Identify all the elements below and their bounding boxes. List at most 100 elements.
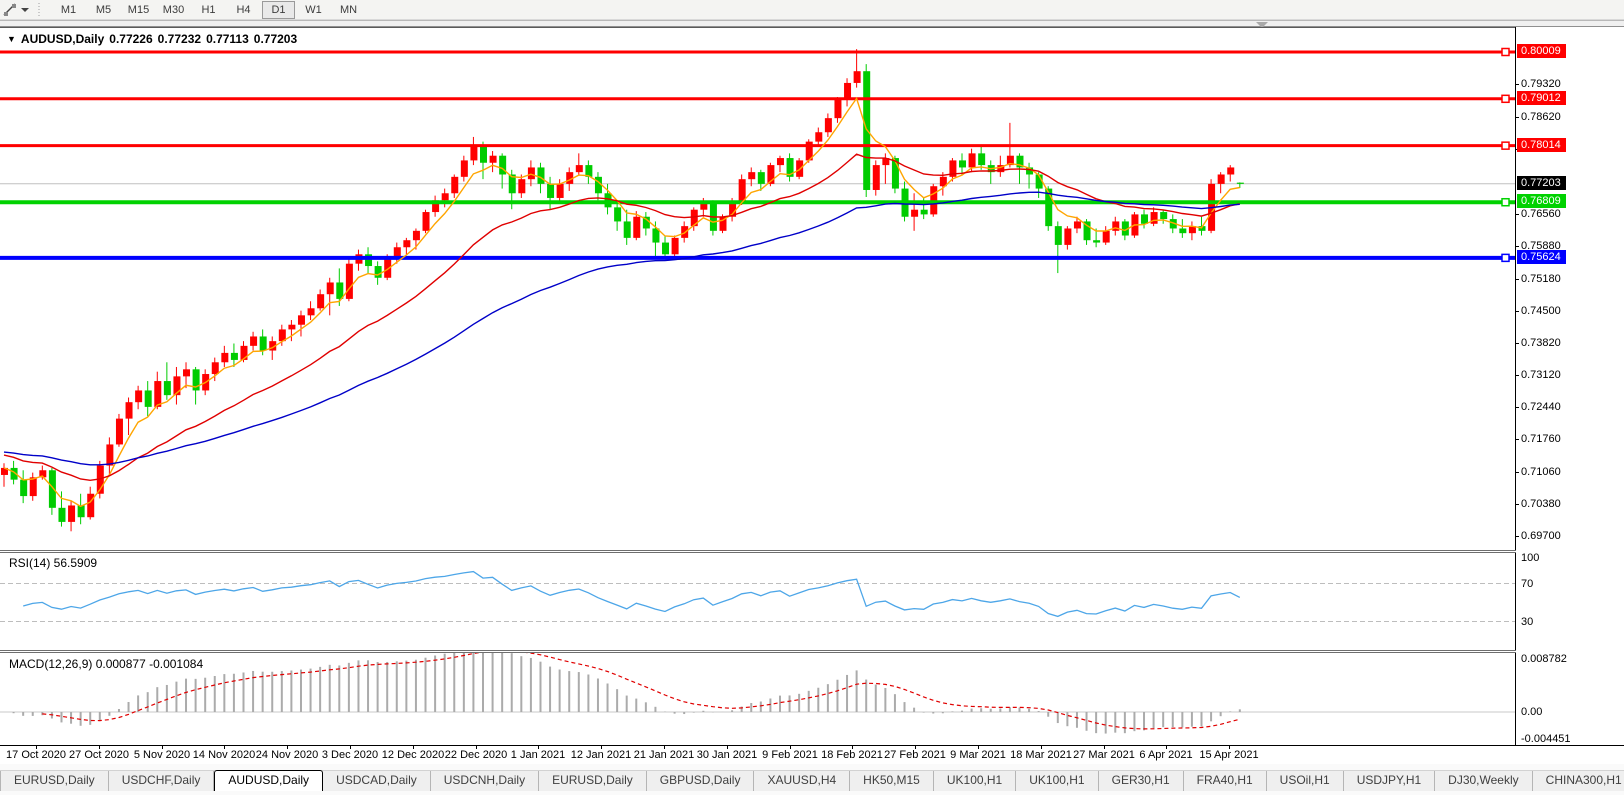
price-tick-label: 0.73120 — [1521, 369, 1561, 381]
timeframe-button-mn[interactable]: MN — [332, 1, 365, 19]
macd-axis-label: -0.004451 — [1521, 733, 1571, 745]
price-tick-label: 0.75180 — [1521, 273, 1561, 285]
price-tick-label: 0.71060 — [1521, 466, 1561, 478]
chart-tab-uk100[interactable]: UK100,H1 — [934, 771, 1016, 791]
quote-high: 0.77232 — [158, 32, 201, 46]
date-label: 27 Mar 2021 — [1073, 749, 1135, 761]
chart-title: ▼ AUDUSD,Daily 0.77226 0.77232 0.77113 0… — [7, 32, 297, 46]
rsi-axis-label: 100 — [1521, 552, 1539, 564]
price-line-badge[interactable]: 0.75624 — [1517, 250, 1566, 264]
date-label: 18 Mar 2021 — [1010, 749, 1072, 761]
chart-tab-dj30[interactable]: DJ30,Weekly — [1435, 771, 1532, 791]
price-tick — [1515, 311, 1519, 312]
macd-label: MACD(12,26,9) 0.000877 -0.001084 — [9, 657, 203, 671]
chart-tab-audusd[interactable]: AUDUSD,Daily — [214, 770, 323, 791]
chart-tab-xauusd[interactable]: XAUUSD,H4 — [754, 771, 850, 791]
price-line-badge[interactable]: 0.80009 — [1517, 44, 1566, 58]
date-label: 15 Apr 2021 — [1199, 749, 1258, 761]
date-label: 30 Jan 2021 — [697, 749, 758, 761]
date-label: 9 Feb 2021 — [762, 749, 818, 761]
date-label: 12 Dec 2020 — [382, 749, 444, 761]
price-tick — [1515, 504, 1519, 505]
price-tick — [1515, 214, 1519, 215]
price-tick — [1515, 279, 1519, 280]
time-axis: 17 Oct 202027 Oct 2020 5 Nov 202014 Nov 2… — [0, 746, 1624, 764]
price-tick-label: 0.72440 — [1521, 401, 1561, 413]
date-label: 18 Feb 2021 — [821, 749, 883, 761]
chart-tab-china300[interactable]: CHINA300,H1 — [1533, 771, 1624, 791]
price-tick-label: 0.73820 — [1521, 337, 1561, 349]
date-label: 17 Oct 2020 — [6, 749, 66, 761]
timeframe-button-h1[interactable]: H1 — [192, 1, 225, 19]
price-tick — [1515, 246, 1519, 247]
price-tick-label: 0.70380 — [1521, 498, 1561, 510]
timeframe-button-m1[interactable]: M1 — [52, 1, 85, 19]
date-label: 5 Nov 2020 — [134, 749, 190, 761]
timeframe-button-d1[interactable]: D1 — [262, 1, 295, 19]
price-tick-label: 0.74500 — [1521, 305, 1561, 317]
price-tick — [1515, 375, 1519, 376]
chart-tab-usdcad[interactable]: USDCAD,Daily — [323, 771, 431, 791]
chart-tab-usdchf[interactable]: USDCHF,Daily — [109, 771, 215, 791]
chart-tab-usdcnh[interactable]: USDCNH,Daily — [431, 771, 539, 791]
timeframe-toolbar: M1M5M15M30H1H4D1W1MN — [0, 0, 1624, 20]
chart-tab-hk50[interactable]: HK50,M15 — [850, 771, 934, 791]
price-line-badge[interactable]: 0.76809 — [1517, 194, 1566, 208]
price-tick-label: 0.76560 — [1521, 208, 1561, 220]
date-label: 3 Dec 2020 — [322, 749, 378, 761]
chart-tab-fra40[interactable]: FRA40,H1 — [1184, 771, 1267, 791]
chevron-down-icon[interactable] — [21, 8, 29, 12]
price-tick-label: 0.78620 — [1521, 111, 1561, 123]
collapse-chart-icon[interactable]: ▼ — [7, 34, 16, 44]
timeframe-button-m30[interactable]: M30 — [157, 1, 190, 19]
chart-tab-usdjpy[interactable]: USDJPY,H1 — [1344, 771, 1435, 791]
macd-indicator-pane[interactable] — [0, 653, 1515, 745]
rsi-axis-label: 70 — [1521, 578, 1533, 590]
chart-tab-usoil[interactable]: USOil,H1 — [1267, 771, 1344, 791]
timeframe-button-m15[interactable]: M15 — [122, 1, 155, 19]
rsi-indicator-pane[interactable] — [0, 553, 1515, 650]
chart-tab-eurusd[interactable]: EURUSD,Daily — [0, 771, 109, 791]
trading-terminal: M1M5M15M30H1H4D1W1MN ▼ AUDUSD,Daily 0.77… — [0, 0, 1624, 795]
timeframe-buttons: M1M5M15M30H1H4D1W1MN — [47, 0, 370, 20]
chart-tab-eurusd[interactable]: EURUSD,Daily — [539, 771, 647, 791]
price-line-badge[interactable]: 0.79012 — [1517, 91, 1566, 105]
price-axis-line — [1515, 27, 1516, 746]
price-tick — [1515, 407, 1519, 408]
date-label: 6 Apr 2021 — [1139, 749, 1192, 761]
macd-axis-label: 0.008782 — [1521, 653, 1567, 665]
price-tick — [1515, 343, 1519, 344]
price-line-badge[interactable]: 0.78014 — [1517, 138, 1566, 152]
date-label: 22 Dec 2020 — [445, 749, 507, 761]
chart-scrollbar[interactable] — [0, 20, 1624, 27]
chart-tab-uk100[interactable]: UK100,H1 — [1016, 771, 1098, 791]
rsi-label: RSI(14) 56.5909 — [9, 556, 97, 570]
price-tick — [1515, 536, 1519, 537]
price-tick-label: 0.79320 — [1521, 78, 1561, 90]
timeframe-button-m5[interactable]: M5 — [87, 1, 120, 19]
price-tick — [1515, 84, 1519, 85]
price-tick — [1515, 439, 1519, 440]
chart-tab-gbpusd[interactable]: GBPUSD,Daily — [647, 771, 755, 791]
date-label: 21 Jan 2021 — [634, 749, 695, 761]
date-label: 14 Nov 2020 — [193, 749, 255, 761]
date-label: 9 Mar 2021 — [950, 749, 1006, 761]
chart-tab-ger30[interactable]: GER30,H1 — [1099, 771, 1184, 791]
date-label: 1 Jan 2021 — [511, 749, 565, 761]
candlestick-chart[interactable] — [0, 28, 1515, 550]
date-label: 12 Jan 2021 — [571, 749, 632, 761]
chart-tabbar-zone: EURUSD,DailyUSDCHF,DailyAUDUSD,DailyUSDC… — [0, 764, 1624, 795]
cursor-crosshair-icon — [3, 3, 18, 17]
date-label: 27 Oct 2020 — [69, 749, 129, 761]
date-label: 27 Feb 2021 — [884, 749, 946, 761]
cursor-tool-button[interactable] — [0, 3, 32, 17]
quote-low: 0.77113 — [206, 32, 249, 46]
date-label: 24 Nov 2020 — [256, 749, 318, 761]
price-tick — [1515, 117, 1519, 118]
price-tick — [1515, 472, 1519, 473]
timeframe-button-w1[interactable]: W1 — [297, 1, 330, 19]
symbol-period-label: AUDUSD,Daily — [21, 32, 104, 46]
macd-axis-label: 0.00 — [1521, 706, 1542, 718]
timeframe-button-h4[interactable]: H4 — [227, 1, 260, 19]
quote-close: 0.77203 — [254, 32, 297, 46]
